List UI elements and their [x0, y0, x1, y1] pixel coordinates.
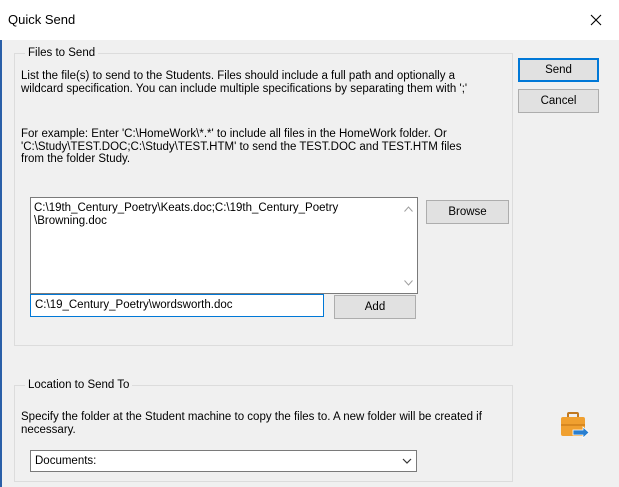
close-button[interactable] — [573, 2, 619, 38]
destination-folder-value: Documents: — [35, 455, 97, 467]
file-list-scrollbar[interactable] — [400, 198, 417, 293]
briefcase-send-icon — [559, 410, 591, 442]
send-button-label: Send — [545, 64, 572, 76]
title-bar: Quick Send — [0, 0, 619, 40]
files-example: For example: Enter 'C:\HomeWork\*.*' to … — [21, 128, 462, 165]
files-instructions: List the file(s) to send to the Students… — [21, 70, 468, 95]
scroll-up-icon[interactable] — [400, 200, 417, 217]
browse-button-label: Browse — [448, 206, 487, 218]
add-button-label: Add — [364, 301, 386, 313]
add-button[interactable]: Add — [334, 295, 416, 319]
scroll-down-icon[interactable] — [400, 274, 417, 291]
location-label: Location to Send To — [25, 378, 133, 392]
browse-button[interactable]: Browse — [426, 200, 509, 224]
file-path-input[interactable]: C:\19_Century_Poetry\wordsworth.doc — [30, 294, 324, 317]
send-button[interactable]: Send — [518, 58, 599, 82]
file-path-input-value: C:\19_Century_Poetry\wordsworth.doc — [35, 299, 233, 311]
close-icon — [590, 14, 602, 26]
file-list-text: C:\19th_Century_Poetry\Keats.doc;C:\19th… — [34, 202, 339, 227]
destination-folder-select[interactable]: Documents: — [30, 450, 417, 472]
window-title: Quick Send — [8, 12, 76, 27]
file-list-box[interactable]: C:\19th_Century_Poetry\Keats.doc;C:\19th… — [30, 197, 418, 294]
cancel-button[interactable]: Cancel — [518, 89, 599, 113]
cancel-button-label: Cancel — [540, 95, 577, 107]
files-to-send-label: Files to Send — [25, 46, 99, 60]
dialog-body: Files to Send List the file(s) to send t… — [2, 40, 619, 487]
location-instructions: Specify the folder at the Student machin… — [21, 411, 482, 436]
chevron-down-icon[interactable] — [402, 454, 412, 471]
